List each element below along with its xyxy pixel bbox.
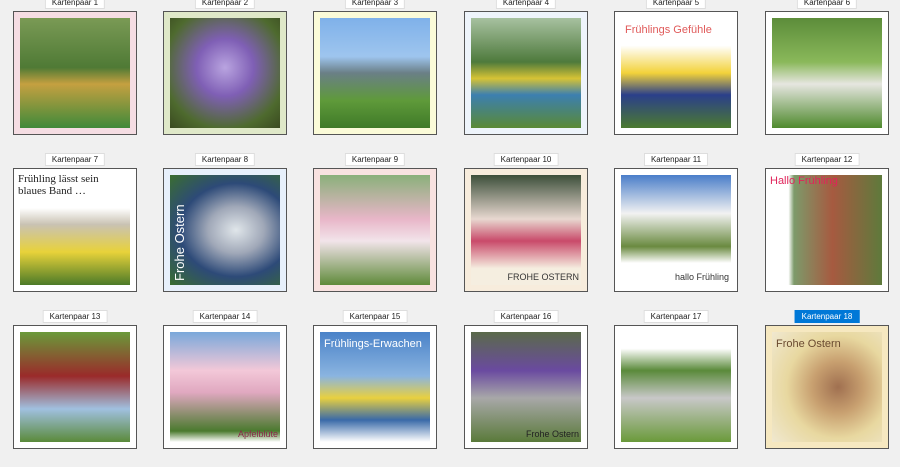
card-pair-item[interactable]: Kartenpaar 3 [300,0,450,153]
card-pair-item[interactable]: Kartenpaar 15 Frühlings-Erwachen [300,310,450,467]
card-caption: Frohe Ostern [525,429,579,439]
card-pair-label[interactable]: Kartenpaar 6 [796,0,858,9]
card-image [170,332,280,442]
card-image [471,332,581,442]
card-pair-item[interactable]: Kartenpaar 12 Hallo Frühling [752,153,900,310]
card-thumbnail[interactable] [13,11,137,135]
card-pair-label[interactable]: Kartenpaar 13 [42,310,108,323]
card-thumbnail[interactable]: Frohe Ostern [163,168,287,292]
card-caption: Frühlings Gefühle [625,24,712,36]
card-caption: Frohe Ostern [172,204,187,281]
card-thumbnail[interactable] [765,11,889,135]
card-thumbnail[interactable]: hallo Frühling [614,168,738,292]
card-thumbnail[interactable] [464,11,588,135]
card-caption: Hallo Frühling [770,175,838,187]
card-pair-item[interactable]: Kartenpaar 17 frohe ostern [601,310,751,467]
card-caption: Apfelblüte [237,429,278,439]
card-pair-item[interactable]: Kartenpaar 18 Frohe Ostern [752,310,900,467]
card-thumbnail[interactable] [313,11,437,135]
card-pair-item[interactable]: Kartenpaar 13 [0,310,150,467]
card-pair-label[interactable]: Kartenpaar 15 [342,310,408,323]
card-image [170,18,280,128]
card-thumbnail[interactable]: FROHE OSTERN [464,168,588,292]
card-image [320,175,430,285]
card-image [20,332,130,442]
card-thumbnail[interactable]: Frühling lässt sein blaues Band … [13,168,137,292]
card-thumbnail[interactable]: Frühlings Gefühle [614,11,738,135]
card-thumbnail[interactable]: frohe ostern [614,325,738,449]
card-pair-label[interactable]: Kartenpaar 14 [192,310,258,323]
card-thumbnail[interactable]: Frohe Ostern [464,325,588,449]
card-pair-label[interactable]: Kartenpaar 11 [643,153,709,166]
card-thumbnail[interactable] [13,325,137,449]
card-image [20,18,130,128]
card-pair-label[interactable]: Kartenpaar 3 [344,0,406,9]
card-thumbnail[interactable]: Hallo Frühling [765,168,889,292]
card-pair-item[interactable]: Kartenpaar 8 Frohe Ostern [150,153,300,310]
card-pair-label[interactable]: Kartenpaar 17 [643,310,709,323]
card-image [320,18,430,128]
card-pair-item[interactable]: Kartenpaar 16 Frohe Ostern [451,310,601,467]
card-image [772,175,882,285]
card-pair-item[interactable]: Kartenpaar 11 hallo Frühling [601,153,751,310]
card-pair-label[interactable]: Kartenpaar 18 [794,310,860,323]
card-image [471,18,581,128]
card-pair-item[interactable]: Kartenpaar 2 [150,0,300,153]
card-pair-label[interactable]: Kartenpaar 1 [44,0,106,9]
card-caption: Frohe Ostern [776,338,841,350]
card-thumbnail[interactable]: Frohe Ostern [765,325,889,449]
card-image [772,18,882,128]
card-pair-item[interactable]: Kartenpaar 10 FROHE OSTERN [451,153,601,310]
card-pair-item[interactable]: Kartenpaar 6 [752,0,900,153]
card-pair-label[interactable]: Kartenpaar 2 [194,0,256,9]
card-pair-label[interactable]: Kartenpaar 8 [194,153,256,166]
card-pair-label[interactable]: Kartenpaar 7 [44,153,106,166]
card-caption: hallo Frühling [674,272,729,282]
card-pair-label[interactable]: Kartenpaar 16 [493,310,559,323]
card-pair-item[interactable]: Kartenpaar 1 [0,0,150,153]
card-pair-label[interactable]: Kartenpaar 10 [493,153,559,166]
card-image [471,175,581,285]
card-caption: FROHE OSTERN [507,272,579,282]
card-thumbnail[interactable] [313,168,437,292]
card-pair-item[interactable]: Kartenpaar 5 Frühlings Gefühle [601,0,751,153]
card-caption: frohe ostern [625,338,684,350]
card-pair-item[interactable]: Kartenpaar 9 [300,153,450,310]
card-caption: Frühlings-Erwachen [324,338,422,350]
card-image [621,175,731,285]
card-thumbnail[interactable] [163,11,287,135]
card-pair-label[interactable]: Kartenpaar 4 [495,0,557,9]
card-pair-item[interactable]: Kartenpaar 7 Frühling lässt sein blaues B… [0,153,150,310]
card-caption: Frühling lässt sein blaues Band … [18,173,99,197]
card-pair-item[interactable]: Kartenpaar 4 [451,0,601,153]
card-thumbnail[interactable]: Apfelblüte [163,325,287,449]
card-thumbnail[interactable]: Frühlings-Erwachen [313,325,437,449]
card-pair-label[interactable]: Kartenpaar 12 [794,153,860,166]
card-pair-label[interactable]: Kartenpaar 9 [344,153,406,166]
card-pair-label[interactable]: Kartenpaar 5 [645,0,707,9]
card-pair-item[interactable]: Kartenpaar 14 Apfelblüte [150,310,300,467]
